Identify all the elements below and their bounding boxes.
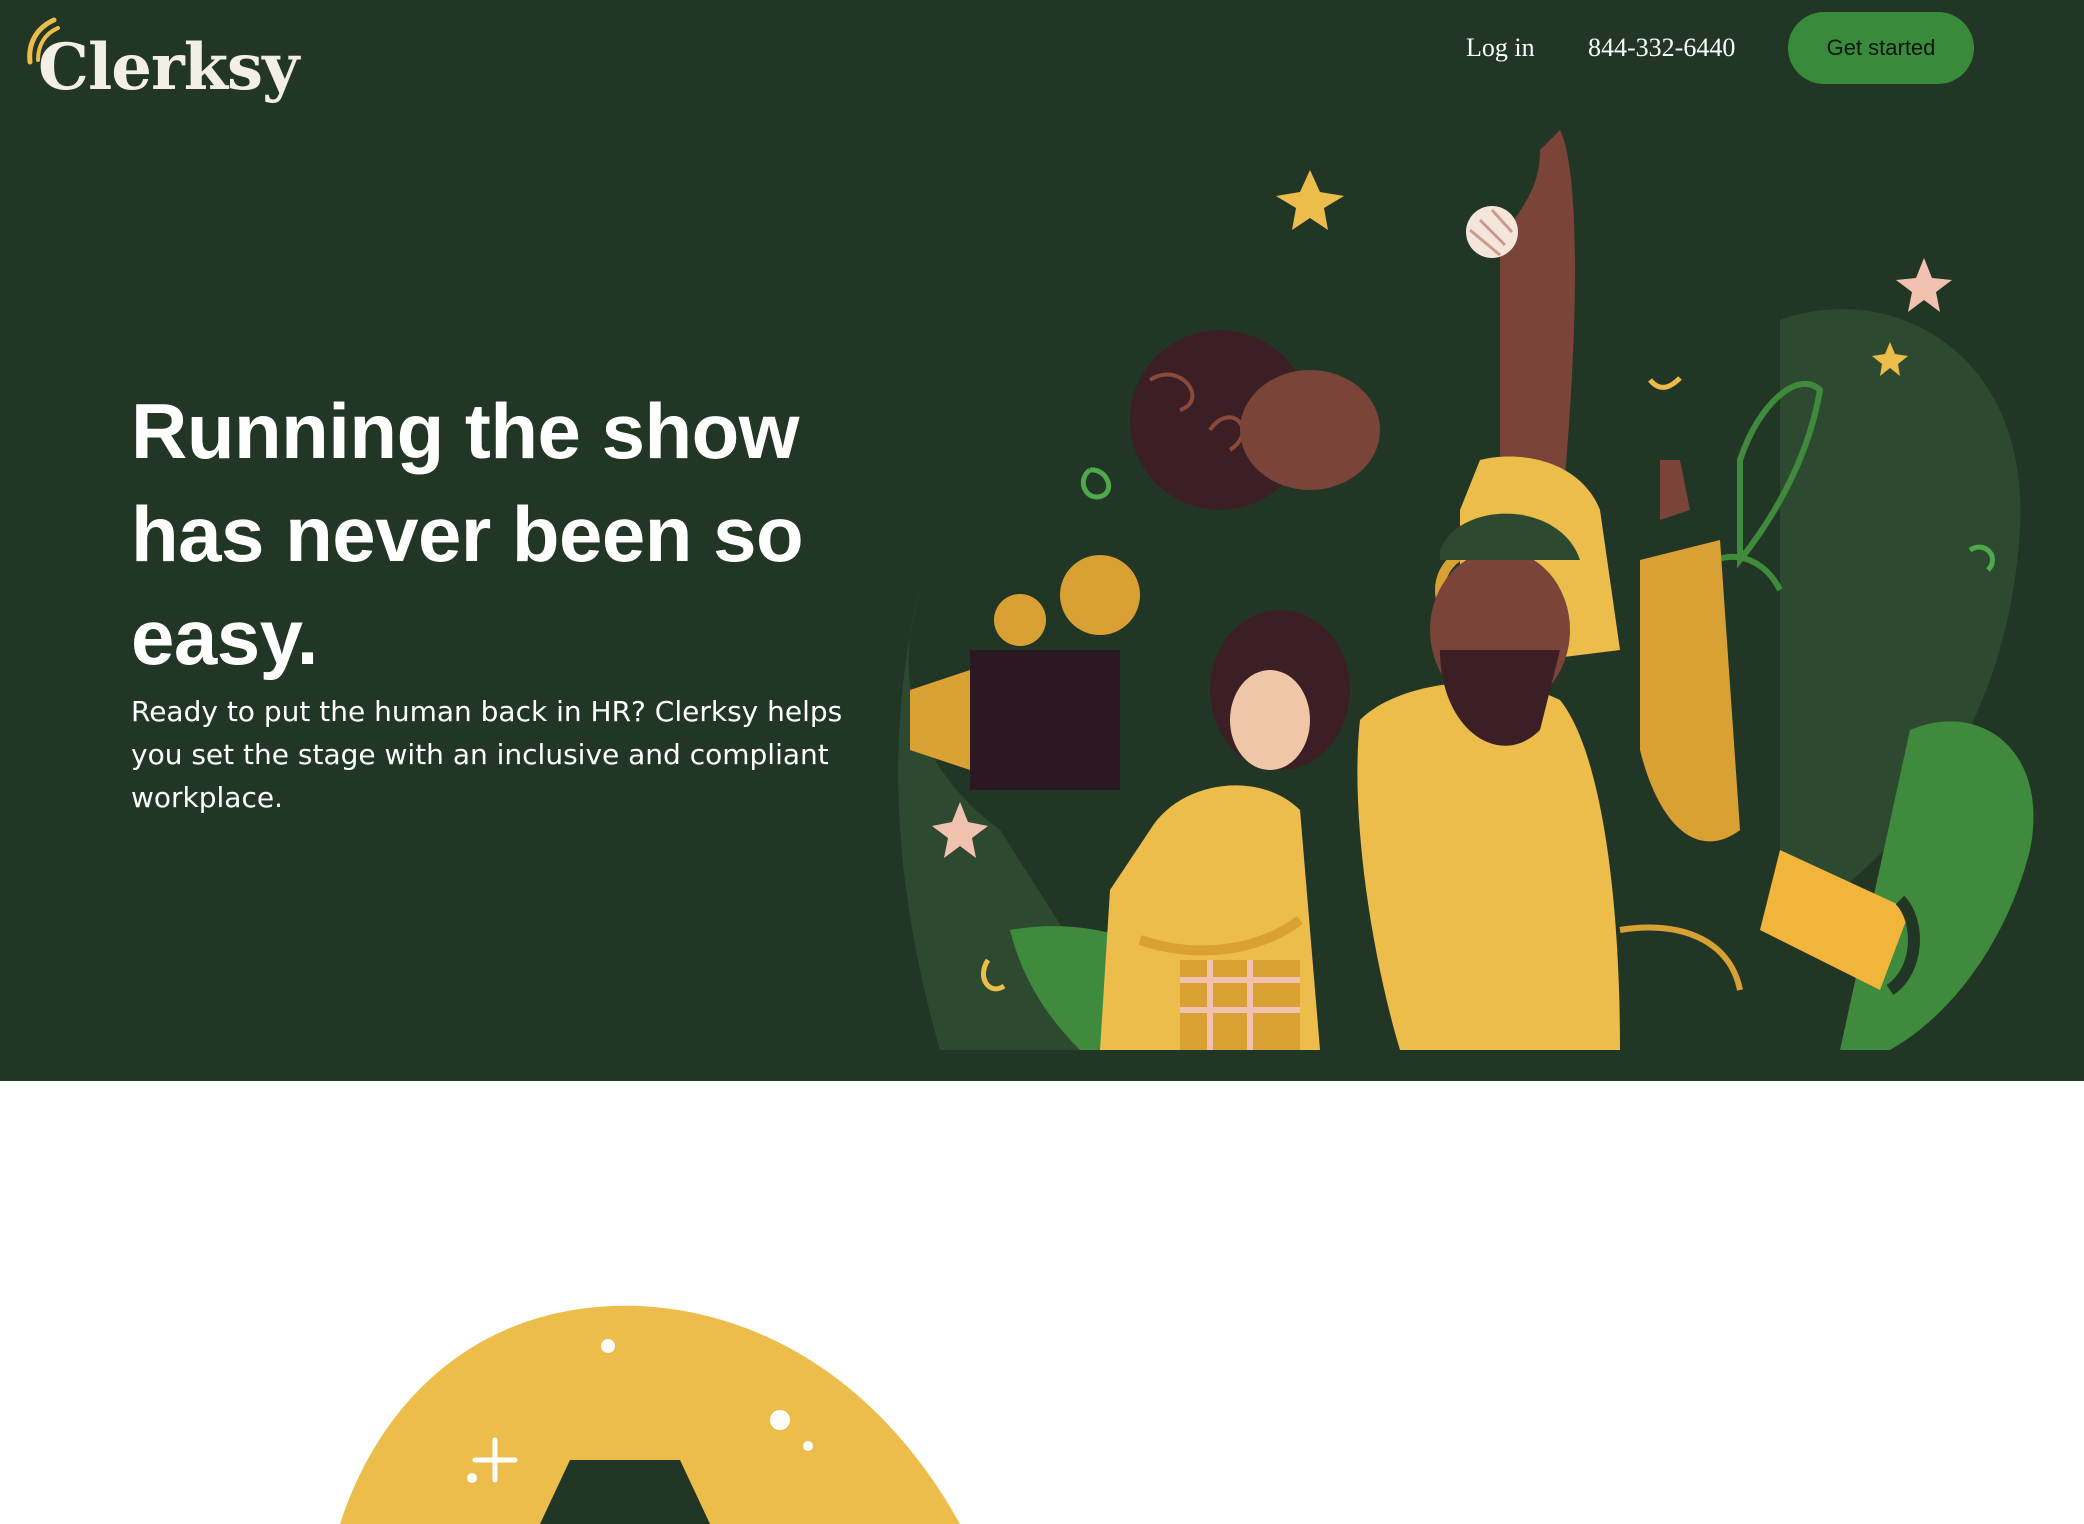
phone-link[interactable]: 844-332-6440 xyxy=(1588,26,1735,70)
hero-headline: Running the show has never been so easy. xyxy=(131,387,804,681)
people-celebrating-illustration xyxy=(898,130,2034,1050)
get-started-button[interactable]: Get started xyxy=(1788,12,1974,84)
hero-section: Clerksy Log in 844-332-6440 Get started … xyxy=(0,0,2084,1081)
login-link[interactable]: Log in xyxy=(1466,26,1535,70)
logo-wordmark: Clerksy xyxy=(38,30,299,105)
yellow-arch-illustration xyxy=(340,1305,960,1524)
hero-subcopy: Ready to put the human back in HR? Clerk… xyxy=(131,695,843,814)
